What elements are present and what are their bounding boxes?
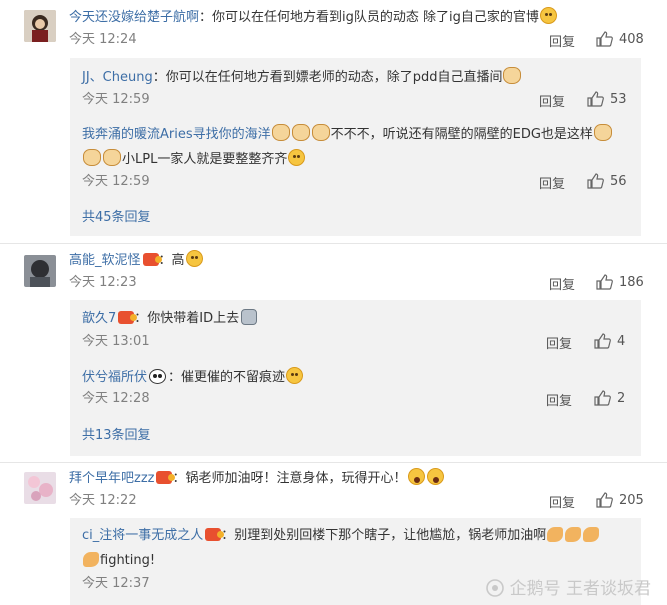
cat-emoji-icon bbox=[503, 67, 522, 84]
watermark: 企鹅号 王者谈坂君 bbox=[486, 574, 651, 599]
emoji-icon bbox=[539, 7, 557, 24]
penguin-icon bbox=[486, 579, 504, 597]
vip-badge-icon bbox=[118, 311, 138, 324]
thumbs-up-icon bbox=[587, 91, 604, 107]
like-count: 2 bbox=[617, 390, 626, 406]
cat-emoji-icon bbox=[103, 149, 121, 166]
thumbs-up-icon bbox=[594, 390, 611, 406]
comment-text: ：你可以在任何地方看到ig队员的动态 除了ig自己家的官博 bbox=[199, 10, 539, 25]
timestamp: 今天 13:01 bbox=[82, 334, 150, 349]
timestamp: 今天 12:23 bbox=[69, 275, 137, 290]
reply-button[interactable]: 回复 bbox=[539, 91, 565, 110]
reply-button[interactable]: 回复 bbox=[546, 390, 572, 409]
reply-text: ：别理到处别回楼下那个瞎子，让他尴尬，锅老师加油啊 bbox=[221, 528, 547, 543]
reply-button[interactable]: 回复 bbox=[546, 333, 572, 352]
like-button[interactable]: 53 bbox=[587, 91, 627, 107]
divider bbox=[0, 462, 667, 463]
like-count: 56 bbox=[610, 173, 627, 189]
emoji-icon bbox=[286, 367, 304, 384]
cat-emoji-icon bbox=[83, 149, 101, 166]
reply-text: ：你可以在任何地方看到嫖老师的动态，除了pdd自己直播间 bbox=[152, 70, 503, 85]
emoji-icon bbox=[185, 250, 203, 267]
like-button[interactable]: 4 bbox=[594, 333, 625, 349]
avatar[interactable] bbox=[24, 10, 56, 42]
comment-body: 今天还没嫁给楚子航啊：你可以在任何地方看到ig队员的动态 除了ig自己家的官博 bbox=[69, 7, 558, 27]
timestamp: 今天 12:24 bbox=[69, 32, 137, 47]
username-link[interactable]: 高能_软泥怪 bbox=[69, 253, 141, 268]
scream-emoji-icon bbox=[426, 468, 444, 485]
timestamp: 今天 12:59 bbox=[82, 92, 150, 107]
vip-badge-icon bbox=[142, 253, 162, 266]
robot-emoji-icon bbox=[241, 309, 258, 325]
username-link[interactable]: 歆久7 bbox=[82, 311, 116, 326]
like-button[interactable]: 2 bbox=[594, 390, 625, 406]
panda-badge-icon bbox=[149, 369, 167, 384]
cat-emoji-icon bbox=[271, 124, 290, 141]
reply-body: 歆久7 ：你快带着ID上去 bbox=[82, 309, 259, 328]
username-link[interactable]: 伏兮福所伏 bbox=[82, 370, 147, 385]
more-replies-link[interactable]: 共45条回复 bbox=[82, 209, 151, 227]
avatar[interactable] bbox=[24, 472, 56, 504]
like-button[interactable]: 186 bbox=[596, 274, 644, 290]
reply-text: fighting! bbox=[100, 553, 156, 568]
comment-text: ：锅老师加油呀！注意身体，玩得开心！ bbox=[172, 471, 407, 486]
comment-body: 高能_软泥怪 ：高 bbox=[69, 250, 204, 270]
reply-body: JJ、Cheung：你可以在任何地方看到嫖老师的动态，除了pdd自己直播间 bbox=[82, 67, 522, 87]
thumbs-up-icon bbox=[596, 492, 613, 508]
watermark-text: 企鹅号 王者谈坂君 bbox=[509, 579, 651, 599]
like-count: 53 bbox=[610, 91, 627, 107]
muscle-emoji-icon bbox=[583, 527, 600, 542]
cat-emoji-icon bbox=[291, 124, 310, 141]
username-link[interactable]: 今天还没嫁给楚子航啊 bbox=[69, 10, 199, 25]
reply-text: 不不不，听说还有隔壁的隔壁的EDG也是这样 bbox=[330, 127, 593, 142]
username-link[interactable]: ci_注将一事无成之人 bbox=[82, 528, 203, 543]
thumbs-up-icon bbox=[596, 274, 613, 290]
reply-text: ：催更催的不留痕迹 bbox=[168, 370, 286, 385]
reply-body-cont: 小LPL一家人就是要整整齐齐 bbox=[82, 149, 306, 169]
username-link[interactable]: JJ、Cheung bbox=[82, 70, 153, 85]
reply-button[interactable]: 回复 bbox=[549, 274, 575, 293]
comment-body: 拜个早年吧zzz ：锅老师加油呀！注意身体，玩得开心！ bbox=[69, 468, 445, 488]
avatar[interactable] bbox=[24, 255, 56, 287]
vip-badge-icon bbox=[205, 528, 225, 541]
like-button[interactable]: 205 bbox=[596, 492, 644, 508]
vip-badge-icon bbox=[156, 471, 176, 484]
reply-body: 我奔涌的暖流Aries寻找你的海洋 不不不，听说还有隔壁的隔壁的EDG也是这样 bbox=[82, 124, 613, 144]
cat-emoji-icon bbox=[311, 124, 330, 141]
timestamp: 今天 12:28 bbox=[82, 391, 150, 406]
like-count: 205 bbox=[619, 492, 644, 508]
muscle-emoji-icon bbox=[547, 527, 564, 542]
like-button[interactable]: 408 bbox=[596, 31, 644, 47]
reply-button[interactable]: 回复 bbox=[549, 492, 575, 511]
divider bbox=[0, 243, 667, 244]
reply-body-cont: fighting! bbox=[82, 552, 155, 570]
timestamp: 今天 12:22 bbox=[69, 493, 137, 508]
thumbs-up-icon bbox=[587, 173, 604, 189]
thumbs-up-icon bbox=[594, 333, 611, 349]
like-count: 408 bbox=[619, 31, 644, 47]
like-count: 4 bbox=[617, 333, 626, 349]
username-link[interactable]: 我奔涌的暖流Aries寻找你的海洋 bbox=[82, 127, 271, 142]
reply-button[interactable]: 回复 bbox=[539, 173, 565, 192]
timestamp: 今天 12:59 bbox=[82, 174, 150, 189]
like-count: 186 bbox=[619, 274, 644, 290]
reply-body: 伏兮福所伏 ：催更催的不留痕迹 bbox=[82, 367, 304, 387]
muscle-emoji-icon bbox=[83, 552, 99, 567]
reply-text: 小LPL一家人就是要整整齐齐 bbox=[122, 152, 288, 167]
cat-emoji-icon bbox=[593, 124, 612, 141]
more-replies-link[interactable]: 共13条回复 bbox=[82, 427, 151, 445]
thumbs-up-icon bbox=[596, 31, 613, 47]
username-link[interactable]: 拜个早年吧zzz bbox=[69, 471, 154, 486]
emoji-icon bbox=[288, 149, 306, 166]
like-button[interactable]: 56 bbox=[587, 173, 627, 189]
comment-text: ：高 bbox=[158, 253, 185, 268]
muscle-emoji-icon bbox=[565, 527, 582, 542]
reply-body: ci_注将一事无成之人 ：别理到处别回楼下那个瞎子，让他尴尬，锅老师加油啊 bbox=[82, 527, 600, 545]
timestamp: 今天 12:37 bbox=[82, 576, 150, 591]
reply-button[interactable]: 回复 bbox=[549, 31, 575, 50]
reply-text: ：你快带着ID上去 bbox=[134, 311, 240, 326]
scream-emoji-icon bbox=[407, 468, 425, 485]
